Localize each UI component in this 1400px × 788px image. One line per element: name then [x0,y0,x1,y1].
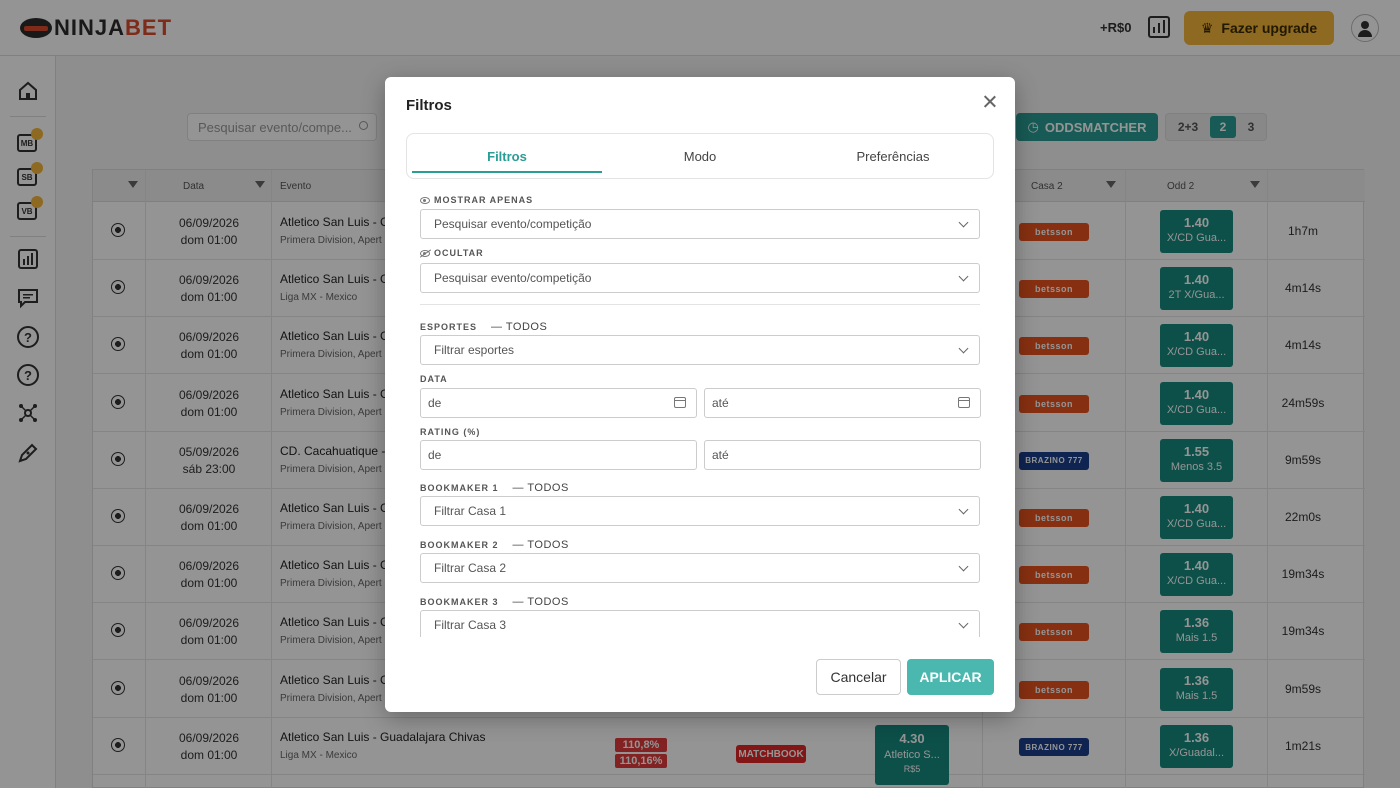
hide-select[interactable]: Pesquisar evento/competição [420,263,980,293]
modal-tabs: Filtros Modo Preferências [406,133,994,179]
calendar-icon[interactable] [958,397,970,408]
rating-to-input[interactable]: até [704,440,981,470]
close-icon[interactable] [982,94,998,110]
bookmaker2-select[interactable]: Filtrar Casa 2 [420,553,980,583]
bookmaker1-todos: — TODOS [512,482,569,494]
rating-from-input[interactable]: de [420,440,697,470]
bookmaker3-label: BOOKMAKER 3 [420,597,499,607]
modal-title: Filtros [406,97,452,114]
bookmaker2-todos: — TODOS [512,539,569,551]
bookmaker3-todos: — TODOS [512,596,569,608]
date-from-input[interactable]: de [420,388,697,418]
rating-label: RATING (%) [420,427,481,437]
eye-icon [420,196,430,204]
show-only-select[interactable]: Pesquisar evento/competição [420,209,980,239]
sports-label: ESPORTES [420,322,478,332]
calendar-icon[interactable] [674,397,686,408]
show-only-label: MOSTRAR APENAS [434,195,534,205]
date-label: DATA [420,374,448,384]
bookmaker3-select[interactable]: Filtrar Casa 3 [420,610,980,637]
tab-filtros[interactable]: Filtros [412,134,602,178]
bookmaker2-label: BOOKMAKER 2 [420,540,499,550]
tab-preferencias[interactable]: Preferências [798,134,988,178]
divider [420,304,980,305]
sports-select[interactable]: Filtrar esportes [420,335,980,365]
tab-modo[interactable]: Modo [605,134,795,178]
sports-todos: — TODOS [491,321,548,333]
filters-scroll-area[interactable]: MOSTRAR APENAS Pesquisar evento/competiç… [406,185,994,637]
bookmaker1-label: BOOKMAKER 1 [420,483,499,493]
apply-button[interactable]: APLICAR [907,659,994,695]
bookmaker1-select[interactable]: Filtrar Casa 1 [420,496,980,526]
filters-modal: Filtros Filtros Modo Preferências MOSTRA… [385,77,1015,712]
date-to-input[interactable]: até [704,388,981,418]
hide-label: OCULTAR [434,248,484,258]
eye-off-icon [420,249,430,257]
cancel-button[interactable]: Cancelar [816,659,901,695]
